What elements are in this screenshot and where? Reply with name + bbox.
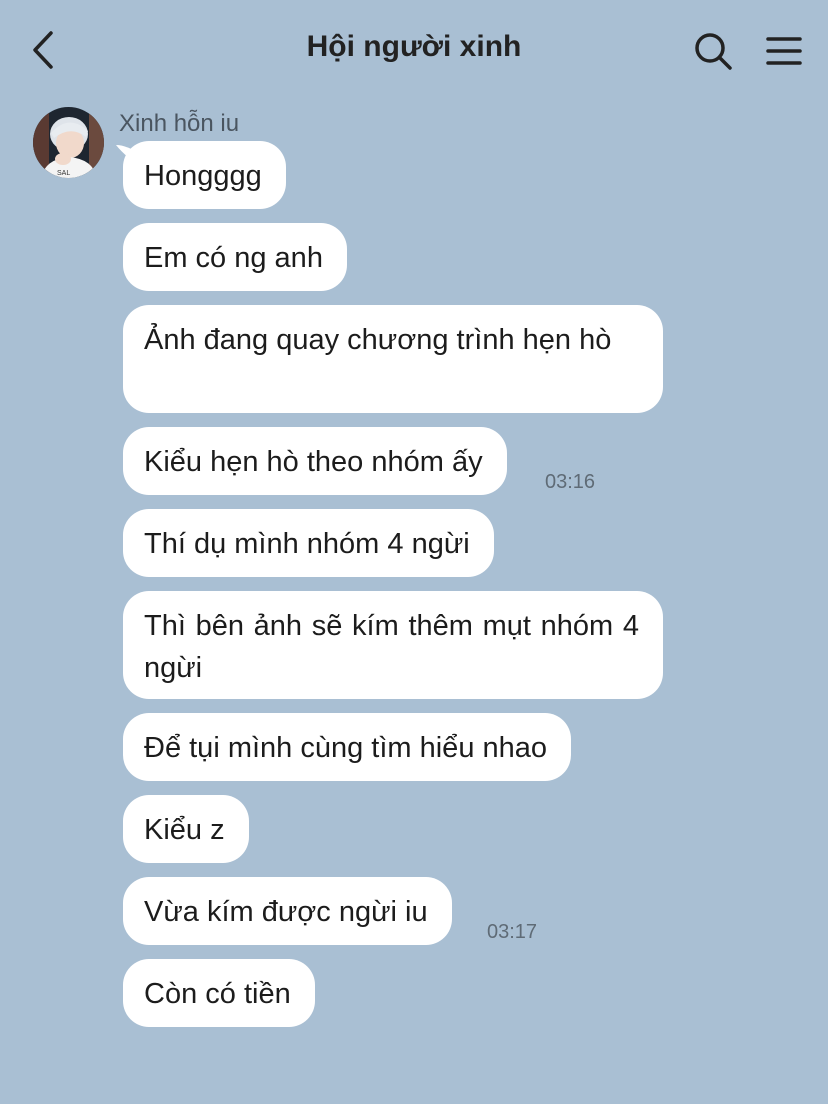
message-bubble[interactable]: Kiểu hẹn hò theo nhóm ấy xyxy=(123,427,507,495)
menu-button[interactable] xyxy=(762,30,806,72)
message-bubble[interactable]: Để tụi mình cùng tìm hiểu nhao xyxy=(123,713,572,781)
message-timestamp: 03:16 xyxy=(545,471,596,493)
sender-name: Xinh hỗn iu xyxy=(119,110,240,137)
svg-text:SAL: SAL xyxy=(57,170,70,177)
message-text: Hongggg xyxy=(144,160,262,192)
avatar[interactable]: SAL xyxy=(33,107,104,178)
message-bubble[interactable]: Vừa kím được ngừi iu xyxy=(123,877,452,945)
chat-header: Hội người xinh xyxy=(0,0,828,100)
message-text: Để tụi mình cùng tìm hiểu nhao xyxy=(144,732,548,764)
message-bubble[interactable]: Thì bên ảnh sẽ kím thêm mụt nhóm 4 ngừi xyxy=(123,591,663,699)
message-bubble[interactable]: Kiểu z xyxy=(123,795,249,863)
message-bubble[interactable]: Còn có tiền xyxy=(123,959,315,1027)
search-icon xyxy=(695,33,732,70)
message-text: Kiểu hẹn hò theo nhóm ấy xyxy=(144,446,483,478)
message-text: Vừa kím được ngừi iu xyxy=(144,896,428,928)
message-bubble[interactable]: Ảnh đang quay chương trình hẹn hò xyxy=(123,305,663,413)
avatar-image: SAL xyxy=(33,107,104,178)
message-text: Thì bên ảnh sẽ kím thêm mụt nhóm 4 ngừi xyxy=(144,610,639,684)
message-bubble[interactable]: Thí dụ mình nhóm 4 ngừi xyxy=(123,509,494,577)
hamburger-menu-icon xyxy=(766,37,802,65)
message-bubble[interactable]: Hongggg xyxy=(123,141,286,209)
message-text: Ảnh đang quay chương trình hẹn hò xyxy=(144,324,612,356)
search-button[interactable] xyxy=(690,28,736,74)
message-text: Còn có tiền xyxy=(144,978,291,1010)
message-text: Em có ng anh xyxy=(144,242,323,274)
message-text: Kiểu z xyxy=(144,814,225,846)
message-bubble[interactable]: Em có ng anh xyxy=(123,223,347,291)
message-text: Thí dụ mình nhóm 4 ngừi xyxy=(144,528,470,560)
message-timestamp: 03:17 xyxy=(487,921,538,943)
